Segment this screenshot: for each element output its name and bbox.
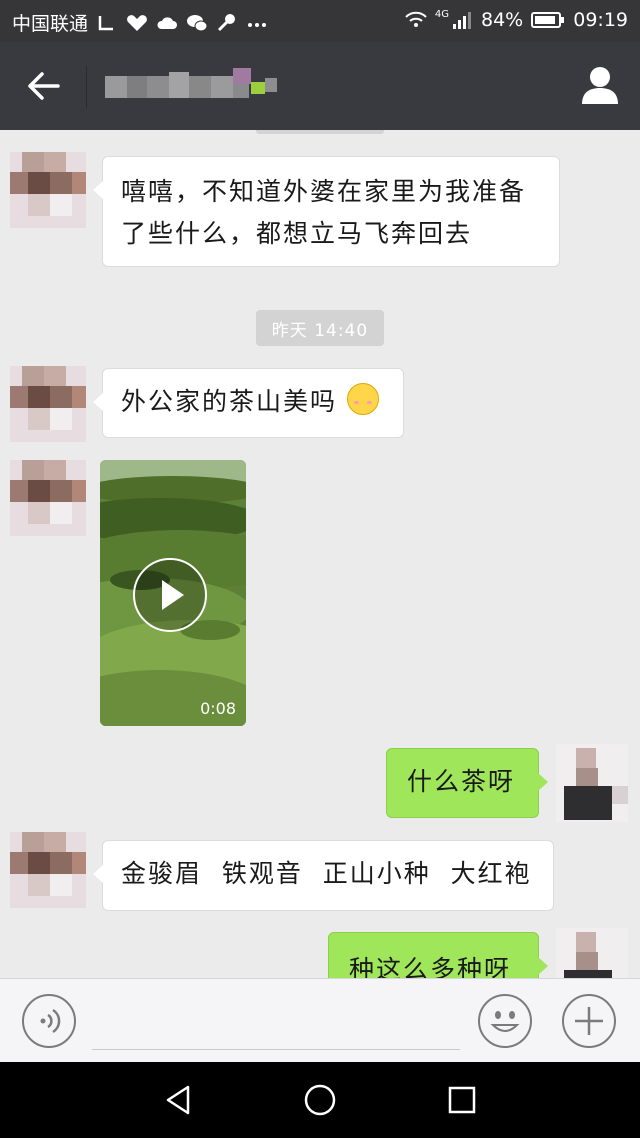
play-icon[interactable] xyxy=(133,558,207,632)
network-type: 4G xyxy=(434,9,449,20)
triangle-back-icon[interactable] xyxy=(160,1082,196,1118)
circle-home-icon[interactable] xyxy=(302,1082,338,1118)
square-recent-icon[interactable] xyxy=(444,1082,480,1118)
key-icon xyxy=(217,13,236,31)
emoji-icon xyxy=(490,1011,520,1032)
message-text: 种这么多种呀 xyxy=(349,955,512,978)
message-input-field[interactable] xyxy=(92,1049,460,1050)
message-bubble-incoming[interactable]: 嘻嘻，不知道外婆在家里为我准备了些什么，都想立马飞奔回去 xyxy=(93,156,560,267)
system-navigation-bar xyxy=(0,1062,640,1138)
person-icon[interactable] xyxy=(580,64,620,106)
message-bubble-incoming[interactable]: 外公家的茶山美吗 xyxy=(93,368,404,438)
chat-title-bar xyxy=(0,42,640,130)
plus-icon xyxy=(575,1007,603,1035)
contact-avatar[interactable] xyxy=(10,152,86,228)
chat-input-bar xyxy=(0,978,640,1063)
message-bubble-outgoing[interactable]: 什么茶呀 xyxy=(386,748,548,818)
contact-avatar[interactable] xyxy=(10,832,86,908)
title-divider xyxy=(86,66,87,108)
voice-input-icon xyxy=(40,1008,61,1034)
chat-message-list[interactable]: 嘻嘻，不知道外婆在家里为我准备了些什么，都想立马飞奔回去 昨天 14:40 外公… xyxy=(0,130,640,978)
voice-input-button[interactable] xyxy=(22,994,76,1048)
contact-avatar[interactable] xyxy=(10,366,86,442)
carrier-name: 中国联通 xyxy=(12,13,89,35)
status-bar-left: 中国联通 xyxy=(12,9,268,36)
message-text: 金骏眉 铁观音 正山小种 大红袍 xyxy=(121,859,532,888)
contact-name-pixelated xyxy=(105,68,285,108)
wifi-icon xyxy=(405,11,427,27)
battery-icon xyxy=(531,12,565,28)
back-arrow-icon[interactable] xyxy=(18,66,66,106)
wechat-icon xyxy=(187,14,208,31)
video-message[interactable]: 0:08 xyxy=(100,460,246,726)
status-bar-right: 4G 84% 09:19 xyxy=(403,9,628,31)
message-text: 嘻嘻，不知道外婆在家里为我准备了些什么，都想立马飞奔回去 xyxy=(121,177,527,248)
heart-pulse-icon xyxy=(127,14,147,31)
more-dots-icon xyxy=(248,22,267,27)
message-bubble-outgoing[interactable]: 种这么多种呀 xyxy=(328,932,548,978)
clock: 09:19 xyxy=(573,9,628,31)
battery-percent: 84% xyxy=(481,9,524,31)
message-bubble-incoming[interactable]: 金骏眉 铁观音 正山小种 大红袍 xyxy=(93,840,554,911)
cloud-icon xyxy=(157,16,178,29)
message-timestamp: 昨天 14:40 xyxy=(256,310,384,346)
more-options-button[interactable] xyxy=(562,994,616,1048)
emoji-button[interactable] xyxy=(478,994,532,1048)
status-bar: 中国联通 4G 84% 09:19 xyxy=(0,0,640,42)
previous-timestamp-fragment xyxy=(256,130,384,134)
message-text: 什么茶呀 xyxy=(407,767,516,796)
my-avatar[interactable] xyxy=(556,928,628,978)
smiling-face-emoji xyxy=(346,383,379,415)
cell-signal-icon xyxy=(453,12,471,29)
my-avatar[interactable] xyxy=(556,744,628,822)
video-duration: 0:08 xyxy=(200,699,236,718)
message-text: 外公家的茶山美吗 xyxy=(121,387,338,416)
signal-l-icon xyxy=(98,15,114,30)
contact-avatar[interactable] xyxy=(10,460,86,536)
